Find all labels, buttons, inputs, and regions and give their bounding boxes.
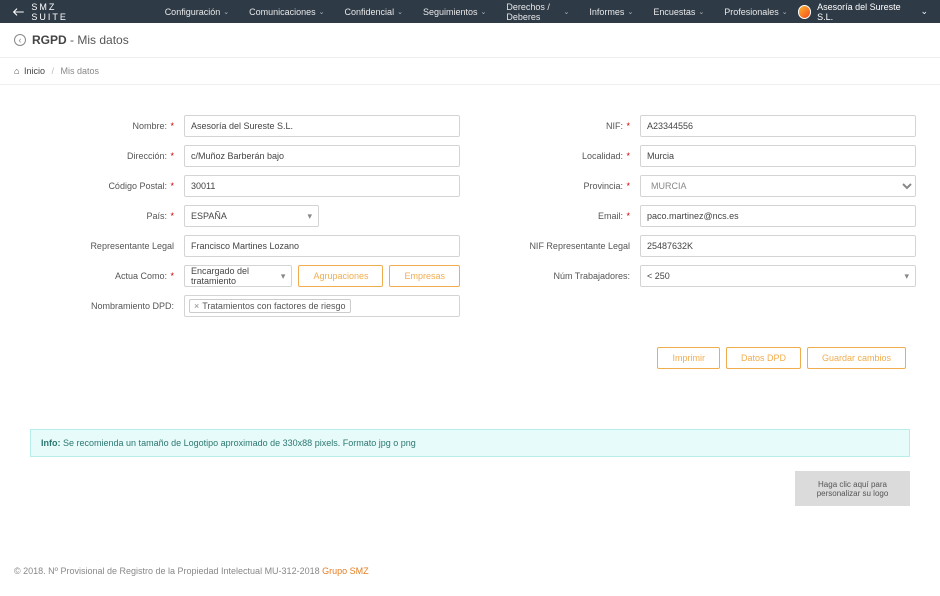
breadcrumb-home[interactable]: Inicio xyxy=(24,66,45,76)
nav-item-1[interactable]: Comunicaciones⌄ xyxy=(239,2,334,22)
nifrep-input[interactable] xyxy=(640,235,916,257)
user-menu[interactable]: Asesoría del Sureste S.L. ⌄ xyxy=(798,2,928,22)
nav-menu: Configuración⌄Comunicaciones⌄Confidencia… xyxy=(155,2,798,22)
logo-icon xyxy=(12,5,25,19)
dpd-tag: ×Tratamientos con factores de riesgo xyxy=(189,299,351,313)
nav-item-2[interactable]: Confidencial⌄ xyxy=(335,2,413,22)
chevron-down-icon: ⌄ xyxy=(319,8,325,16)
page-header: ‹ RGPD - Mis datos xyxy=(0,23,940,58)
chevron-down-icon: ⌄ xyxy=(397,8,403,16)
actua-select[interactable]: Encargado del tratamiento▾ xyxy=(184,265,292,287)
chevron-down-icon: ⌄ xyxy=(627,8,633,16)
logo-upload[interactable]: Haga clic aquí para personalizar su logo xyxy=(795,471,910,506)
chevron-down-icon: ▾ xyxy=(904,271,909,282)
chevron-down-icon: ⌄ xyxy=(782,8,788,16)
empresas-button[interactable]: Empresas xyxy=(389,265,460,287)
top-nav: SMZ SUITE Configuración⌄Comunicaciones⌄C… xyxy=(0,0,940,23)
chevron-down-icon: ⌄ xyxy=(564,8,570,16)
breadcrumb-current: Mis datos xyxy=(61,66,100,76)
nav-item-7[interactable]: Profesionales⌄ xyxy=(714,2,797,22)
back-button[interactable]: ‹ xyxy=(14,34,26,46)
direccion-input[interactable] xyxy=(184,145,460,167)
datos-dpd-button[interactable]: Datos DPD xyxy=(726,347,801,369)
nav-item-5[interactable]: Informes⌄ xyxy=(579,2,643,22)
nav-item-0[interactable]: Configuración⌄ xyxy=(155,2,239,22)
chevron-down-icon: ⌄ xyxy=(698,8,704,16)
chevron-down-icon: ▾ xyxy=(307,211,312,222)
provincia-select[interactable]: MURCIA xyxy=(640,175,916,197)
avatar-icon xyxy=(798,5,811,19)
chevron-down-icon: ⌄ xyxy=(480,8,486,16)
chevron-down-icon: ⌄ xyxy=(223,8,229,16)
home-icon[interactable]: ⌂ xyxy=(14,66,19,76)
pais-select[interactable]: ESPAÑA▾ xyxy=(184,205,319,227)
brand-text: SMZ SUITE xyxy=(31,2,94,22)
nombre-input[interactable] xyxy=(184,115,460,137)
info-banner: Info: Se recomienda un tamaño de Logotip… xyxy=(30,429,910,457)
user-company: Asesoría del Sureste S.L. xyxy=(817,2,914,22)
chevron-down-icon: ⌄ xyxy=(920,6,928,17)
footer: © 2018. Nº Provisional de Registro de la… xyxy=(0,556,940,596)
brand: SMZ SUITE xyxy=(12,2,95,22)
localidad-input[interactable] xyxy=(640,145,916,167)
imprimir-button[interactable]: Imprimir xyxy=(657,347,720,369)
nav-item-3[interactable]: Seguimientos⌄ xyxy=(413,2,496,22)
cp-input[interactable] xyxy=(184,175,460,197)
footer-link[interactable]: Grupo SMZ xyxy=(322,566,369,576)
chevron-down-icon: ▾ xyxy=(281,271,286,282)
guardar-button[interactable]: Guardar cambios xyxy=(807,347,906,369)
nif-input[interactable] xyxy=(640,115,916,137)
breadcrumb: ⌂ Inicio / Mis datos xyxy=(0,58,940,85)
numtrab-select[interactable]: < 250▾ xyxy=(640,265,916,287)
remove-tag-icon[interactable]: × xyxy=(194,301,199,311)
dpd-tags[interactable]: ×Tratamientos con factores de riesgo xyxy=(184,295,460,317)
rep-input[interactable] xyxy=(184,235,460,257)
nav-item-6[interactable]: Encuestas⌄ xyxy=(643,2,714,22)
email-input[interactable] xyxy=(640,205,916,227)
agrupaciones-button[interactable]: Agrupaciones xyxy=(298,265,383,287)
action-bar: Imprimir Datos DPD Guardar cambios xyxy=(24,347,916,369)
page-title: RGPD - Mis datos xyxy=(32,33,129,47)
nav-item-4[interactable]: Derechos / Deberes⌄ xyxy=(496,2,579,22)
